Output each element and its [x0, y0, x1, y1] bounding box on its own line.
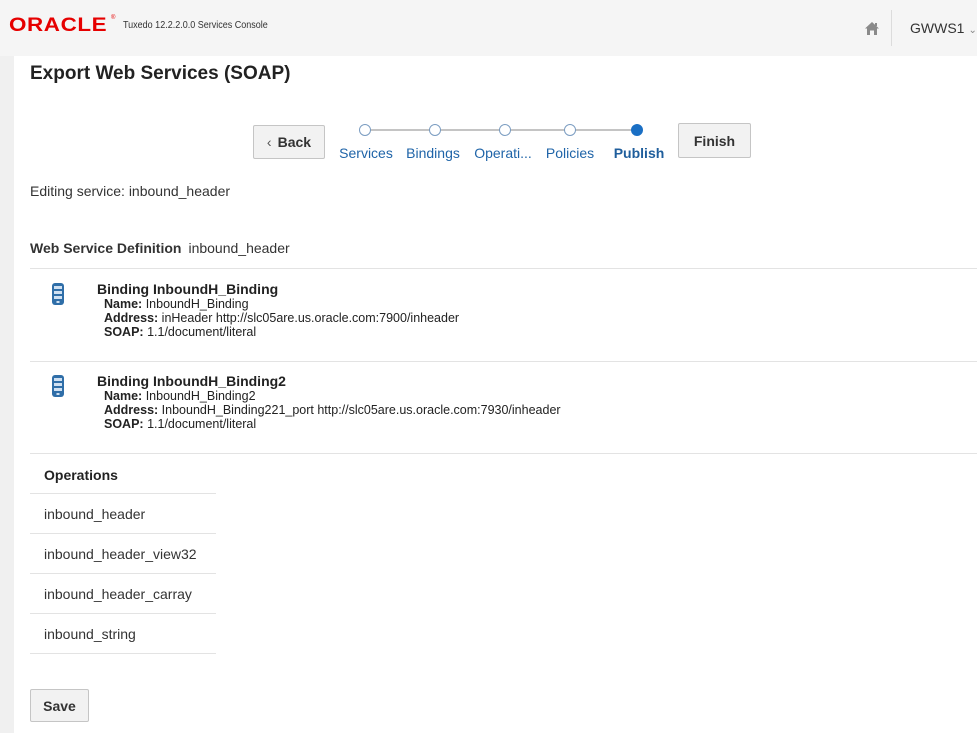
- train-step-operations[interactable]: Operati...: [474, 145, 532, 161]
- train-step-policies-node[interactable]: [564, 124, 576, 136]
- mobile-device-icon: [52, 375, 64, 397]
- train-step-bindings[interactable]: Bindings: [406, 145, 460, 161]
- chevron-left-icon: ‹: [266, 134, 272, 150]
- home-icon: [864, 21, 879, 35]
- train-step-publish[interactable]: Publish: [614, 145, 665, 161]
- binding-details: Binding InboundH_Binding Name: InboundH_…: [97, 281, 460, 340]
- editing-service-text: Editing service: inbound_header: [30, 183, 231, 199]
- binding-title: Binding InboundH_Binding2: [97, 373, 286, 389]
- binding-name: Name: InboundH_Binding2: [104, 389, 256, 403]
- wizard-train: Services Bindings Operati... Policies Pu…: [330, 124, 675, 164]
- back-button[interactable]: ‹ Back: [253, 125, 325, 159]
- train-step-operations-node[interactable]: [499, 124, 511, 136]
- operation-item[interactable]: inbound_string: [30, 614, 216, 654]
- finish-button[interactable]: Finish: [678, 123, 751, 158]
- save-button[interactable]: Save: [30, 689, 89, 722]
- binding-address: Address: inHeader http://slc05are.us.ora…: [104, 311, 460, 325]
- chevron-down-icon: ⌄: [968, 25, 977, 36]
- binding-title: Binding InboundH_Binding: [97, 281, 279, 297]
- operation-item[interactable]: inbound_header_view32: [30, 534, 216, 574]
- binding-soap: SOAP: 1.1/document/literal: [104, 417, 257, 431]
- user-menu[interactable]: GWWS1 ⌄: [910, 20, 977, 36]
- train-step-policies[interactable]: Policies: [546, 145, 594, 161]
- train-step-services[interactable]: Services: [339, 145, 393, 161]
- train-step-publish-node[interactable]: [631, 124, 643, 136]
- operation-item[interactable]: inbound_header_carray: [30, 574, 216, 614]
- divider: [30, 453, 977, 454]
- back-button-label: Back: [277, 134, 312, 150]
- binding-address: Address: InboundH_Binding221_port http:/…: [104, 403, 561, 417]
- app-header: ORACLE ® Tuxedo 12.2.2.0.0 Services Cons…: [0, 0, 977, 56]
- mobile-device-icon: [52, 283, 64, 305]
- operations-heading: Operations: [30, 457, 216, 494]
- train-step-bindings-node[interactable]: [429, 124, 441, 136]
- train-step-services-node[interactable]: [359, 124, 371, 136]
- web-service-definition: Web Service Definition inbound_header: [30, 240, 290, 256]
- definition-label: Web Service Definition: [30, 240, 182, 256]
- left-gutter: [0, 56, 14, 733]
- binding-soap: SOAP: 1.1/document/literal: [104, 325, 257, 339]
- page-title: Export Web Services (SOAP): [30, 63, 291, 84]
- user-name: GWWS1: [910, 20, 965, 36]
- definition-value: inbound_header: [188, 240, 290, 256]
- oracle-logo: ORACLE ®: [9, 15, 116, 36]
- operation-item[interactable]: inbound_header: [30, 494, 216, 534]
- binding-details: Binding InboundH_Binding2 Name: InboundH…: [97, 373, 561, 432]
- operations-list: Operations inbound_header inbound_header…: [30, 457, 216, 654]
- divider: [30, 361, 977, 362]
- binding-name: Name: InboundH_Binding: [104, 297, 249, 311]
- divider: [30, 268, 977, 269]
- app-title: Tuxedo 12.2.2.0.0 Services Console: [123, 20, 268, 31]
- home-button[interactable]: [852, 10, 892, 46]
